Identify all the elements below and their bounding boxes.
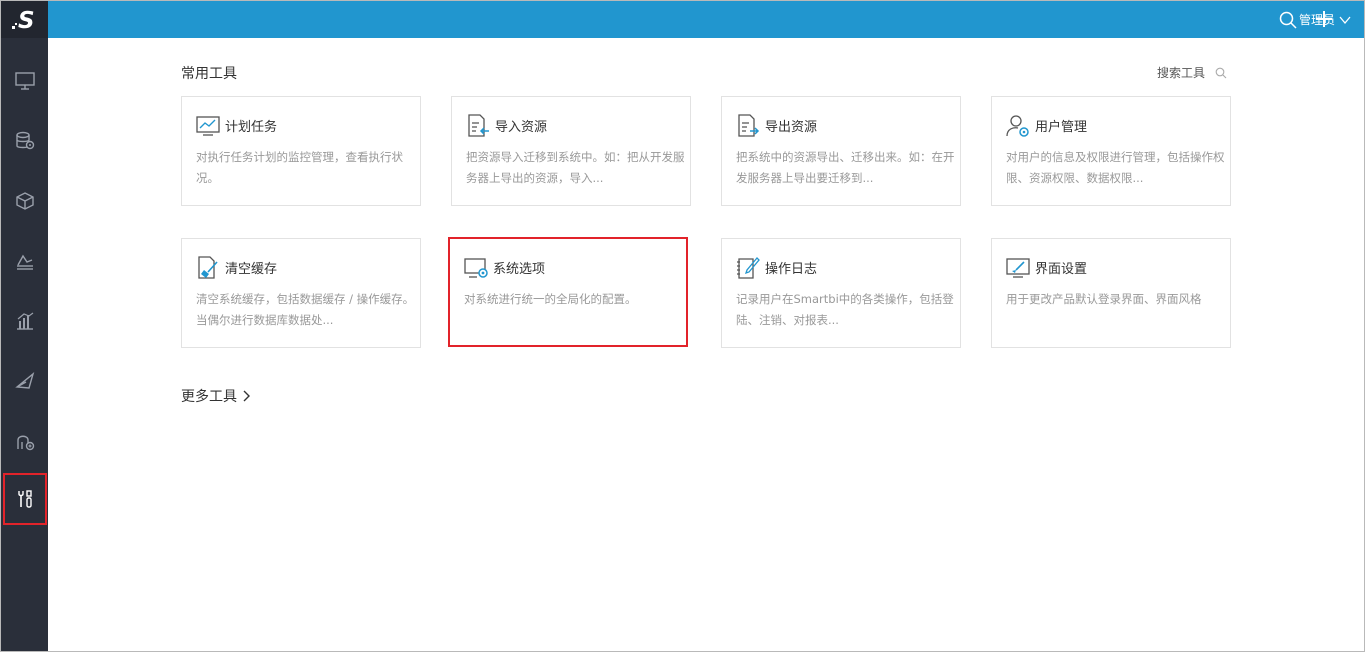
card-title: 清空缓存	[225, 262, 278, 277]
import-icon	[468, 114, 489, 137]
card-title: 导入资源	[495, 120, 548, 135]
app-logo[interactable]: S	[1, 1, 48, 38]
card-description: 对用户的信息及权限进行管理，包括操作权限、资源权限、数据权限...	[1006, 150, 1225, 185]
export-icon	[738, 114, 760, 137]
user-menu[interactable]: 管理员	[1299, 11, 1351, 28]
user-name: 管理员	[1299, 13, 1336, 27]
chevron-down-icon	[1339, 16, 1351, 24]
tool-card-export[interactable]: 导出资源 把系统中的资源导出、迁移出来。如：在开发服务器上导出要迁移到...	[721, 96, 961, 206]
card-title: 系统选项	[493, 262, 546, 277]
user-plus-icon	[16, 435, 34, 451]
chevron-right-icon	[243, 390, 250, 402]
card-description: 对执行任务计划的监控管理，查看执行状况。	[196, 150, 403, 185]
card-description: 把系统中的资源导出、迁移出来。如：在开发服务器上导出要迁移到...	[736, 150, 955, 185]
user-management-icon	[1006, 115, 1029, 137]
tool-card-system-options[interactable]: 系统选项 对系统进行统一的全局化的配置。	[448, 237, 688, 347]
card-description: 用于更改产品默认登录界面、界面风格	[1006, 292, 1202, 306]
clear-cache-icon	[198, 256, 218, 279]
search-tools-link[interactable]: 搜索工具	[1157, 64, 1227, 81]
logo-icon: S	[11, 8, 35, 33]
card-title: 界面设置	[1035, 262, 1088, 277]
monitor-icon	[14, 72, 35, 90]
sidebar-item-analysis[interactable]	[1, 236, 48, 286]
section-title: 常用工具	[181, 66, 237, 82]
tool-card-import[interactable]: 导入资源 把资源导入迁移到系统中。如：把从开发服务器上导出的资源，导入...	[451, 96, 691, 206]
card-title: 用户管理	[1035, 120, 1088, 135]
more-tools-link[interactable]: 更多工具	[181, 386, 251, 406]
tool-card-clear-cache[interactable]: 清空缓存 清空系统缓存，包括数据缓存 / 操作缓存。当偶尔进行数据库数据处...	[181, 238, 421, 348]
cube-icon	[15, 192, 34, 210]
tool-card-interface-settings[interactable]: 界面设置 用于更改产品默认登录界面、界面风格	[991, 238, 1231, 348]
sidebar-item-tools[interactable]	[3, 473, 47, 525]
tool-card-operation-log[interactable]: 操作日志 记录用户在Smartbi中的各类操作，包括登陆、注销、对报表...	[721, 238, 961, 348]
card-description: 记录用户在Smartbi中的各类操作，包括登陆、注销、对报表...	[736, 292, 954, 327]
schedule-icon	[196, 116, 220, 136]
card-title: 计划任务	[225, 120, 278, 135]
sidebar: S	[1, 1, 48, 651]
card-description: 把资源导入迁移到系统中。如：把从开发服务器上导出的资源，导入...	[466, 150, 685, 185]
tool-card-user-management[interactable]: 用户管理 对用户的信息及权限进行管理，包括操作权限、资源权限、数据权限...	[991, 96, 1231, 206]
operation-log-icon	[737, 257, 760, 279]
search-icon	[1215, 67, 1227, 78]
database-settings-icon	[15, 131, 34, 150]
svg-text:S: S	[18, 8, 35, 33]
sidebar-item-publish[interactable]	[1, 356, 48, 406]
layers-chart-icon	[16, 254, 33, 270]
bar-chart-icon	[16, 312, 33, 330]
search-icon[interactable]	[1278, 10, 1298, 30]
sidebar-item-dataset[interactable]	[1, 176, 48, 226]
tools-icon	[18, 490, 32, 508]
system-options-icon	[464, 258, 488, 278]
interface-settings-icon	[1006, 258, 1030, 278]
top-bar: 管理员	[48, 1, 1364, 38]
more-tools-label: 更多工具	[181, 389, 237, 405]
card-description: 清空系统缓存，包括数据缓存 / 操作缓存。当偶尔进行数据库数据处...	[196, 292, 415, 327]
sidebar-item-users[interactable]	[1, 416, 48, 466]
card-title: 操作日志	[765, 262, 818, 277]
search-tools-label: 搜索工具	[1157, 66, 1206, 80]
sidebar-item-monitor[interactable]	[1, 56, 48, 106]
sidebar-item-data-source[interactable]	[1, 116, 48, 166]
sidebar-item-reports[interactable]	[1, 296, 48, 346]
card-title: 导出资源	[765, 120, 818, 135]
card-description: 对系统进行统一的全局化的配置。	[464, 292, 637, 306]
send-icon	[14, 372, 34, 389]
tool-card-schedule[interactable]: 计划任务 对执行任务计划的监控管理，查看执行状况。	[181, 96, 421, 206]
